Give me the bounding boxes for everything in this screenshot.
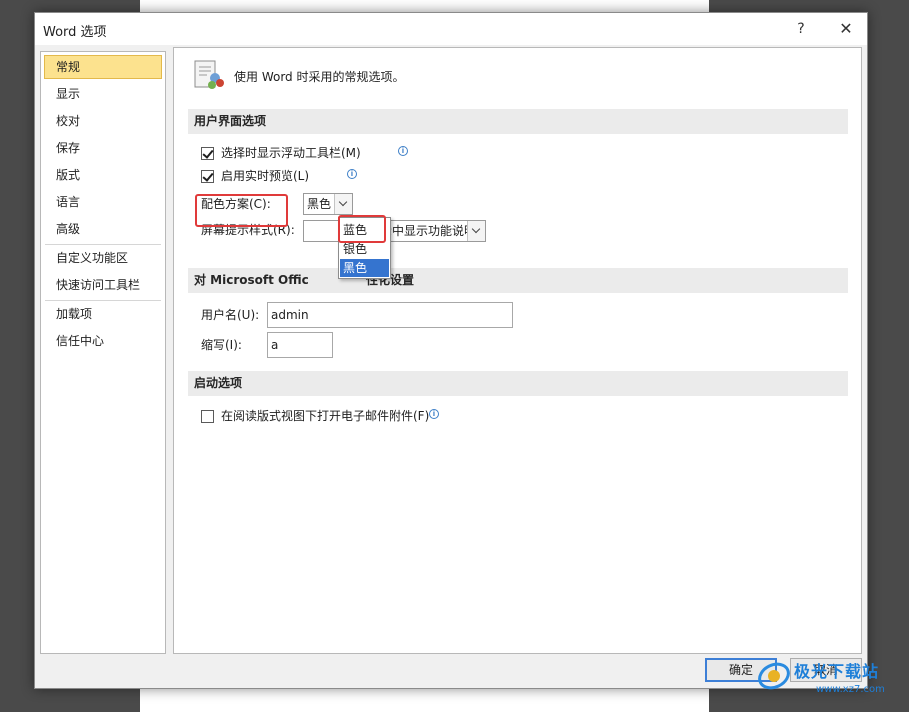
general-options-icon [194,60,224,89]
open-attachments-label: 在阅读版式视图下打开电子邮件附件(F) [221,409,430,423]
live-preview-label: 启用实时预览(L) [221,169,310,183]
highlight-box-color-scheme-label [195,194,288,227]
live-preview-checkbox[interactable] [201,170,214,183]
username-input[interactable]: admin [267,302,513,328]
color-scheme-select[interactable]: 黑色 [303,193,353,215]
window-title: Word 选项 [43,25,107,40]
sidebar-item-customize-ribbon[interactable]: 自定义功能区 [44,246,162,270]
screentip-style-value: 示中显示功能说明 [380,224,477,238]
info-icon: i [347,169,357,179]
open-attachments-checkbox[interactable] [201,410,214,423]
info-icon: i [429,409,439,419]
title-bar: Word 选项 ? ✕ [35,13,867,45]
chevron-down-icon[interactable] [467,221,485,241]
ui-options-section-title: 用户界面选项 [188,109,848,134]
startup-section-title: 启动选项 [188,371,848,396]
color-option-black[interactable]: 黑色 [340,259,389,277]
initials-input[interactable]: a [267,332,333,358]
close-button[interactable]: ✕ [832,17,860,41]
site-watermark: 极光下载站 www.xz7.com [756,656,906,706]
sidebar-divider [45,300,161,301]
chevron-down-icon[interactable] [334,194,352,214]
sidebar-item-save[interactable]: 保存 [44,136,162,160]
sidebar-item-language[interactable]: 语言 [44,190,162,214]
sidebar-item-quick-access-toolbar[interactable]: 快速访问工具栏 [44,273,162,297]
highlight-box-blue-option [338,215,386,243]
help-button[interactable]: ? [787,17,815,41]
sidebar-item-display[interactable]: 显示 [44,82,162,106]
personalize-title-left: 对 Microsoft Offic [194,273,309,287]
word-options-dialog: Word 选项 ? ✕ 常规 显示 校对 保存 版式 语言 高级 自定义功能区 … [34,12,868,689]
sidebar-item-proofing[interactable]: 校对 [44,109,162,133]
sidebar: 常规 显示 校对 保存 版式 语言 高级 自定义功能区 快速访问工具栏 加载项 … [40,51,166,654]
sidebar-divider [45,244,161,245]
options-description: 使用 Word 时采用的常规选项。 [234,70,405,84]
color-scheme-value: 黑色 [307,197,332,211]
mini-toolbar-label: 选择时显示浮动工具栏(M) [221,146,361,160]
initials-label: 缩写(I): [201,338,242,352]
options-content-panel: 使用 Word 时采用的常规选项。 用户界面选项 选择时显示浮动工具栏(M) i… [173,47,862,654]
sidebar-item-layout[interactable]: 版式 [44,163,162,187]
watermark-text: 极光下载站 [794,662,880,681]
mini-toolbar-checkbox[interactable] [201,147,214,160]
personalize-section-title: 对 Microsoft Offic 性化设置 [188,268,848,293]
info-icon: i [398,146,408,156]
watermark-url: www.xz7.com [816,684,885,695]
sidebar-item-trust-center[interactable]: 信任中心 [44,329,162,353]
sidebar-item-general[interactable]: 常规 [44,55,162,79]
sidebar-item-advanced[interactable]: 高级 [44,217,162,241]
screentip-style-select[interactable]: 示中显示功能说明 [303,220,486,242]
sidebar-item-add-ins[interactable]: 加载项 [44,302,162,326]
username-label: 用户名(U): [201,308,260,322]
watermark-logo-icon [758,662,790,690]
